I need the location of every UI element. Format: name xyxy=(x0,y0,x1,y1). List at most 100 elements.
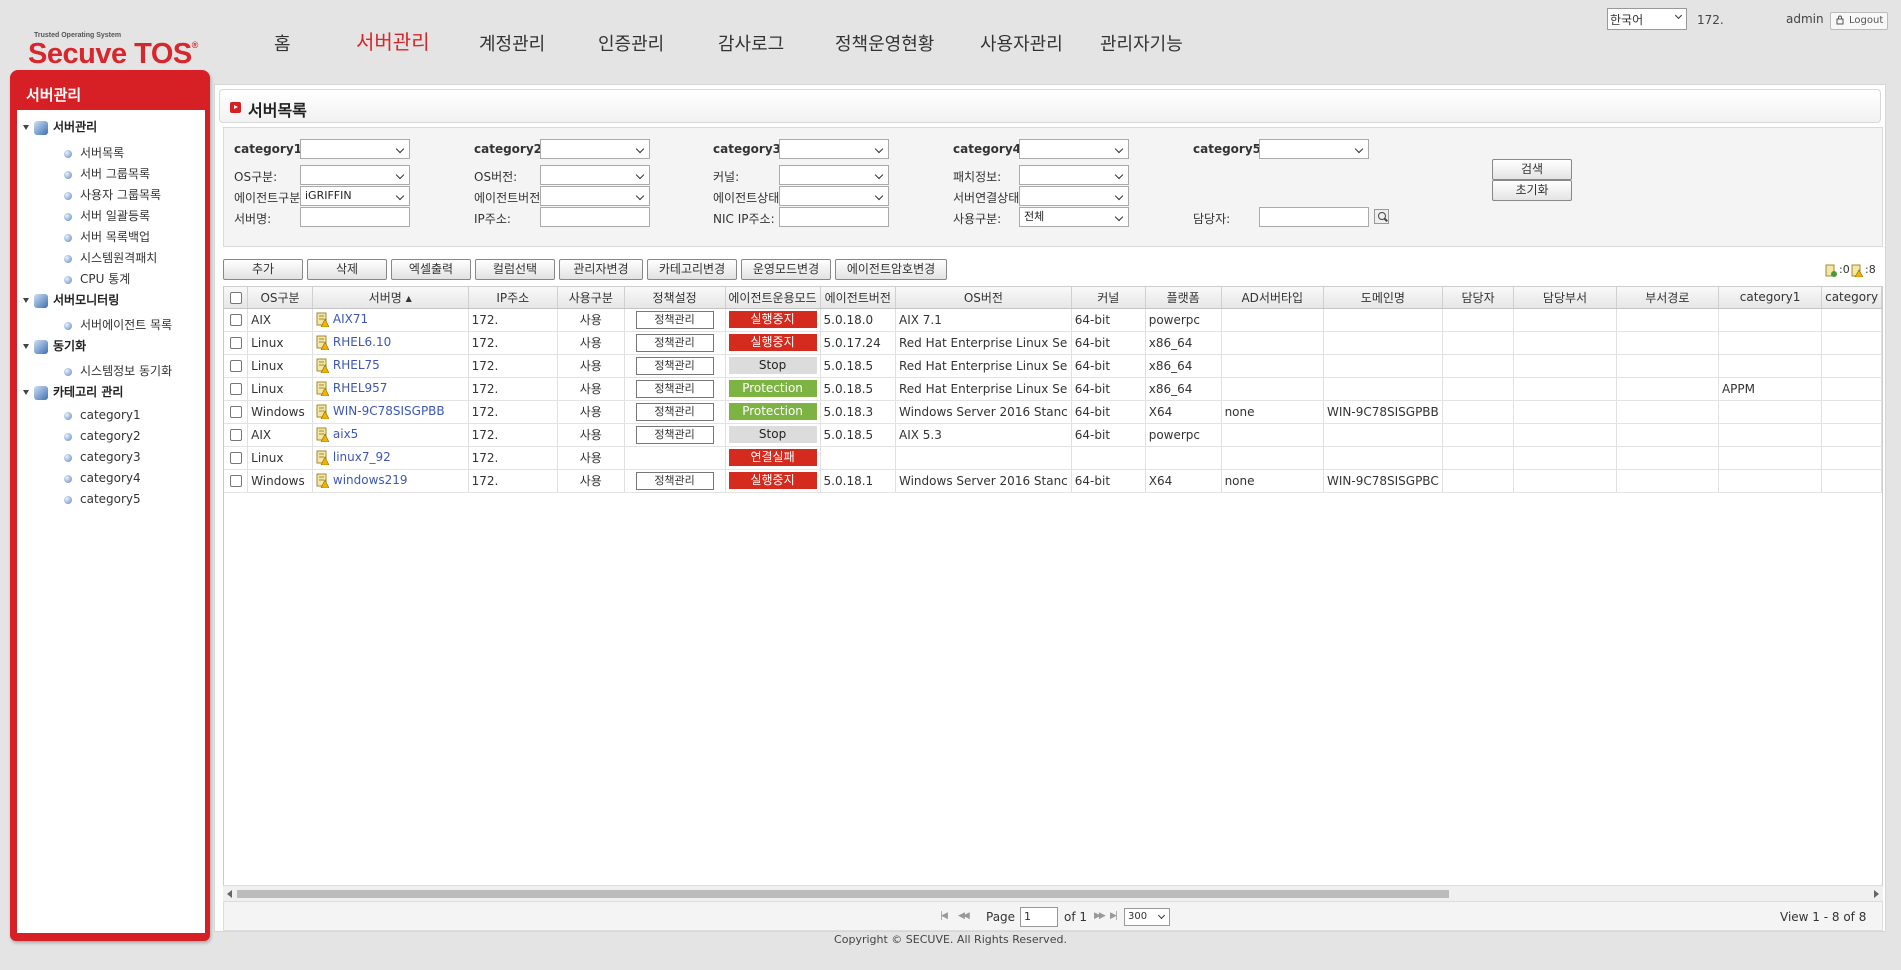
nav-user-management[interactable]: 사용자관리 xyxy=(980,30,1063,56)
col-domain[interactable]: 도메인명 xyxy=(1323,287,1443,309)
search-button[interactable]: 검색 xyxy=(1492,159,1572,180)
cell-server-name[interactable]: windows219 xyxy=(312,469,469,493)
policy-manage-button[interactable]: 정책관리 xyxy=(635,356,714,375)
os-version-select[interactable] xyxy=(540,165,650,185)
col-dept-path[interactable]: 부서경로 xyxy=(1616,287,1719,309)
table-row[interactable]: Windows windows219 172. 사용 정책관리 실행중지 5.0.18.1 W… xyxy=(224,469,1882,493)
policy-manage-button[interactable]: 정책관리 xyxy=(635,425,714,444)
add-button[interactable]: 추가 xyxy=(223,259,303,280)
row-select-cell[interactable] xyxy=(224,423,249,447)
row-checkbox[interactable] xyxy=(229,360,242,372)
server-name-link[interactable]: RHEL75 xyxy=(333,358,380,372)
ip-input[interactable] xyxy=(540,207,650,227)
excel-export-button[interactable]: 엑셀출력 xyxy=(391,259,471,280)
nav-admin-functions[interactable]: 관리자기능 xyxy=(1100,30,1183,56)
col-os-version[interactable]: OS버전 xyxy=(895,287,1072,309)
os-type-select[interactable] xyxy=(300,165,410,185)
server-name-input[interactable] xyxy=(300,207,410,227)
horizontal-scrollbar[interactable] xyxy=(223,885,1883,901)
server-name-link[interactable]: RHEL957 xyxy=(333,381,388,395)
tree-item-user-group-list[interactable]: 사용자 그룹목록 xyxy=(64,186,161,203)
scroll-right-icon[interactable] xyxy=(1874,890,1879,898)
row-checkbox[interactable] xyxy=(229,406,242,418)
row-checkbox[interactable] xyxy=(229,475,242,487)
col-agent-mode[interactable]: 에이전트운용모드 xyxy=(725,287,821,309)
next-page-icon[interactable]: ▶▶ xyxy=(1094,911,1106,921)
policy-manage-button[interactable]: 정책관리 xyxy=(635,379,714,398)
agent-version-select[interactable] xyxy=(540,186,650,206)
server-name-link[interactable]: WIN-9C78SISGPBB xyxy=(333,404,445,418)
col-category1[interactable]: category1 xyxy=(1718,287,1823,309)
col-policy[interactable]: 정책설정 xyxy=(624,287,726,309)
table-row[interactable]: Windows WIN-9C78SISGPBB 172. 사용 정책관리 Protecti… xyxy=(224,400,1882,424)
cell-server-name[interactable]: AIX71 xyxy=(312,308,469,332)
nav-auth-management[interactable]: 인증관리 xyxy=(598,30,664,56)
cell-server-name[interactable]: RHEL957 xyxy=(312,377,469,401)
tree-item-server-bulk-register[interactable]: 서버 일괄등록 xyxy=(64,207,150,224)
cell-server-name[interactable]: RHEL6.10 xyxy=(312,331,469,355)
page-size-select[interactable]: 300 xyxy=(1124,908,1170,926)
delete-button[interactable]: 삭제 xyxy=(307,259,387,280)
last-page-icon[interactable]: ▶| xyxy=(1110,911,1118,921)
category3-select[interactable] xyxy=(779,139,889,159)
col-department[interactable]: 담당부서 xyxy=(1513,287,1617,309)
server-name-link[interactable]: linux7_92 xyxy=(333,450,391,464)
nav-audit-log[interactable]: 감사로그 xyxy=(718,30,784,56)
col-manager[interactable]: 담당자 xyxy=(1442,287,1515,309)
change-admin-button[interactable]: 관리자변경 xyxy=(559,259,643,280)
tree-item-cpu-stats[interactable]: CPU 통계 xyxy=(64,270,130,287)
kernel-select[interactable] xyxy=(779,165,889,185)
row-select-cell[interactable] xyxy=(224,308,249,332)
change-agent-password-button[interactable]: 에이전트암호변경 xyxy=(835,259,947,280)
row-select-cell[interactable] xyxy=(224,377,249,401)
select-all-header[interactable] xyxy=(224,287,249,309)
server-name-link[interactable]: aix5 xyxy=(333,427,358,441)
policy-manage-button[interactable]: 정책관리 xyxy=(635,471,714,490)
prev-page-icon[interactable]: ◀◀ xyxy=(958,911,970,921)
col-agent-version[interactable]: 에이전트버전 xyxy=(820,287,897,309)
tree-item-server-list[interactable]: 서버목록 xyxy=(64,144,124,161)
tree-item-category4[interactable]: category4 xyxy=(64,471,141,485)
row-checkbox[interactable] xyxy=(229,429,242,441)
row-select-cell[interactable] xyxy=(224,446,249,470)
tree-item-system-info-sync[interactable]: 시스템정보 동기화 xyxy=(64,362,172,379)
manager-input[interactable] xyxy=(1259,207,1369,227)
col-usage[interactable]: 사용구분 xyxy=(557,287,625,309)
search-icon[interactable] xyxy=(1374,209,1389,224)
server-name-link[interactable]: RHEL6.10 xyxy=(333,335,391,349)
page-input[interactable]: 1 xyxy=(1020,907,1058,927)
tree-group-server-monitoring[interactable]: 서버모니터링 xyxy=(23,291,119,308)
policy-manage-button[interactable]: 정책관리 xyxy=(635,333,714,352)
server-name-link[interactable]: AIX71 xyxy=(333,312,368,326)
patch-info-select[interactable] xyxy=(1019,165,1129,185)
tree-item-category3[interactable]: category3 xyxy=(64,450,141,464)
column-select-button[interactable]: 컬럼선택 xyxy=(475,259,555,280)
cell-server-name[interactable]: WIN-9C78SISGPBB xyxy=(312,400,469,424)
category2-select[interactable] xyxy=(540,139,650,159)
row-checkbox[interactable] xyxy=(229,383,242,395)
server-name-link[interactable]: windows219 xyxy=(333,473,408,487)
usage-type-select[interactable]: 전체 xyxy=(1019,207,1129,227)
row-select-cell[interactable] xyxy=(224,354,249,378)
nav-server-management[interactable]: 서버관리 xyxy=(356,26,430,55)
nav-home[interactable]: 홈 xyxy=(274,30,291,56)
cell-server-name[interactable]: linux7_92 xyxy=(312,446,469,470)
tree-group-sync[interactable]: 동기화 xyxy=(23,337,86,354)
row-select-cell[interactable] xyxy=(224,331,249,355)
select-all-checkbox[interactable] xyxy=(229,291,242,304)
tree-group-category-management[interactable]: 카테고리 관리 xyxy=(23,383,123,400)
scroll-thumb[interactable] xyxy=(237,890,1449,898)
row-select-cell[interactable] xyxy=(224,400,249,424)
table-row[interactable]: AIX AIX71 172. 사용 정책관리 실행중지 5.0.18.0 AIX 7.1 64-… xyxy=(224,308,1882,332)
nic-ip-input[interactable] xyxy=(779,207,889,227)
category5-select[interactable] xyxy=(1259,139,1369,159)
tree-item-category2[interactable]: category2 xyxy=(64,429,141,443)
scroll-left-icon[interactable] xyxy=(227,890,232,898)
cell-server-name[interactable]: RHEL75 xyxy=(312,354,469,378)
table-row[interactable]: AIX aix5 172. 사용 정책관리 Stop 5.0.18.5 AIX 5.3 64-b… xyxy=(224,423,1882,447)
col-ad-type[interactable]: AD서버타입 xyxy=(1221,287,1325,309)
col-category[interactable]: category xyxy=(1821,287,1882,309)
policy-manage-button[interactable]: 정책관리 xyxy=(635,402,714,421)
policy-manage-button[interactable]: 정책관리 xyxy=(635,310,714,329)
row-checkbox[interactable] xyxy=(229,452,242,464)
